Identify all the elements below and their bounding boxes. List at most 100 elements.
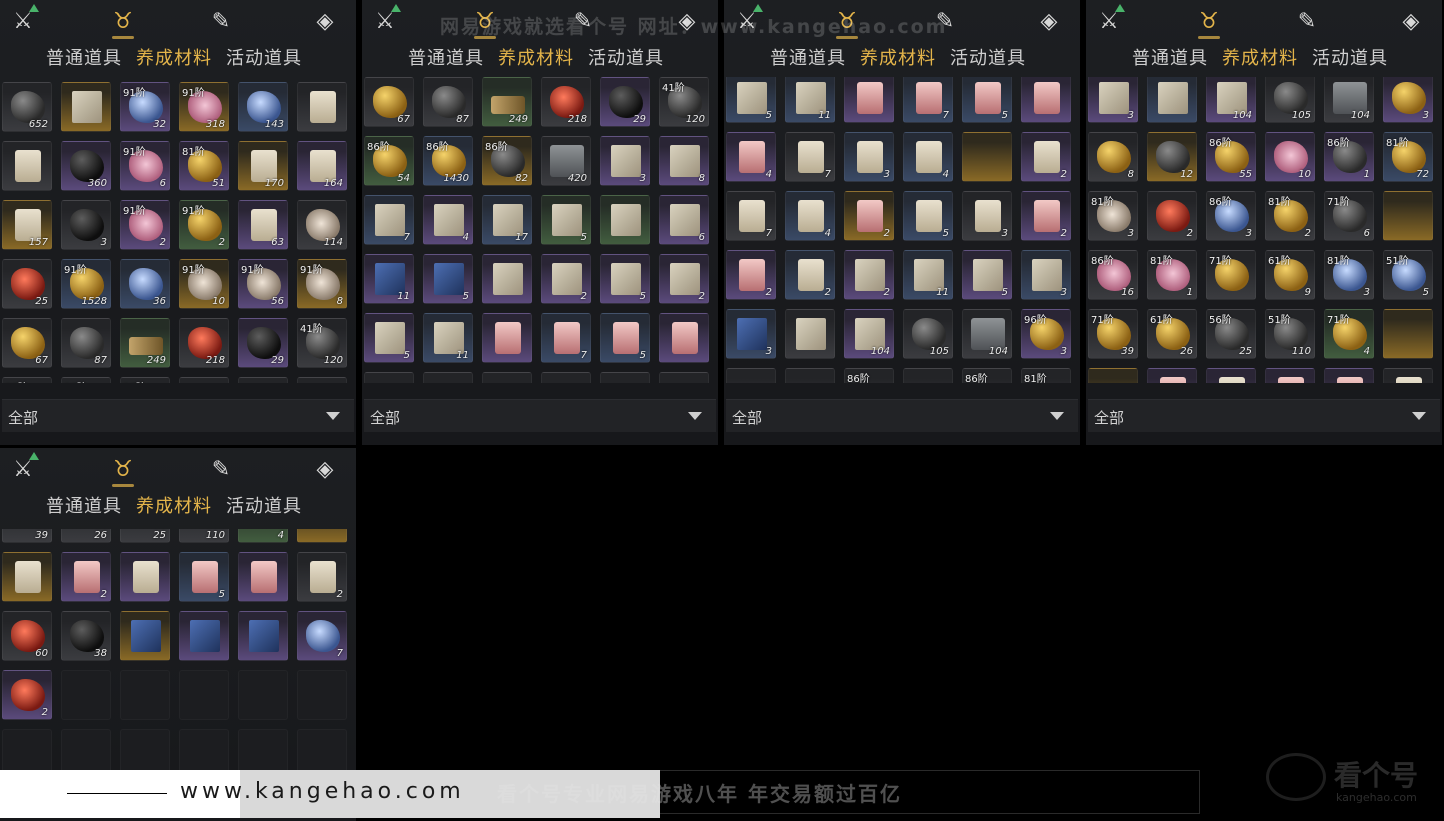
item-slot[interactable]: 5: [179, 552, 229, 602]
item-slot[interactable]: 87: [423, 77, 473, 127]
item-slot[interactable]: 105: [1265, 77, 1315, 123]
item-slot[interactable]: 71阶 6: [1324, 191, 1374, 241]
item-slot[interactable]: [179, 377, 229, 383]
tab-0[interactable]: 普通道具: [46, 44, 122, 70]
item-slot[interactable]: 91阶 32: [120, 82, 170, 132]
tab-1[interactable]: 养成材料: [860, 44, 936, 70]
tab-0[interactable]: 普通道具: [770, 44, 846, 70]
item-slot[interactable]: 3: [1088, 77, 1138, 123]
item-slot[interactable]: 2: [1021, 132, 1071, 182]
tab-2[interactable]: 活动道具: [950, 44, 1026, 70]
crossed-swords-icon[interactable]: ⚔: [1094, 4, 1125, 36]
item-slot[interactable]: 12: [1147, 132, 1197, 182]
item-slot[interactable]: [2, 141, 52, 191]
tab-0[interactable]: 普通道具: [408, 44, 484, 70]
item-slot[interactable]: 114: [297, 200, 347, 250]
item-slot[interactable]: 36: [120, 259, 170, 309]
tab-2[interactable]: 活动道具: [1312, 44, 1388, 70]
item-slot[interactable]: 2: [2, 670, 52, 720]
item-slot[interactable]: 41阶 120: [297, 318, 347, 368]
pouch-icon[interactable]: ♉: [108, 454, 138, 487]
item-slot[interactable]: 86阶: [962, 368, 1012, 383]
pouch-icon[interactable]: ♉: [470, 6, 500, 39]
item-slot[interactable]: 249: [120, 318, 170, 368]
crossed-swords-icon[interactable]: ⚔: [732, 4, 763, 36]
item-slot[interactable]: 2: [844, 191, 894, 241]
item-slot[interactable]: 7: [541, 313, 591, 363]
item-slot[interactable]: [962, 132, 1012, 182]
item-slot[interactable]: 91阶 56: [238, 259, 288, 309]
token-icon[interactable]: ◈: [310, 454, 340, 484]
item-slot[interactable]: 105: [903, 309, 953, 359]
pouch-icon[interactable]: ♉: [1194, 6, 1224, 39]
item-slot[interactable]: 11: [423, 313, 473, 363]
item-slot[interactable]: 96阶 3: [1021, 309, 1071, 359]
item-slot[interactable]: [1383, 191, 1433, 241]
item-slot[interactable]: [238, 552, 288, 602]
item-slot[interactable]: 3: [844, 132, 894, 182]
item-slot[interactable]: 8: [659, 136, 709, 186]
tab-1[interactable]: 养成材料: [498, 44, 574, 70]
item-slot[interactable]: 91阶 6: [120, 141, 170, 191]
item-slot[interactable]: [844, 77, 894, 123]
item-slot[interactable]: 61阶 26: [1147, 309, 1197, 359]
item-slot[interactable]: [238, 611, 288, 661]
item-slot[interactable]: [1206, 368, 1256, 383]
item-slot[interactable]: 4: [423, 195, 473, 245]
item-slot[interactable]: [297, 82, 347, 132]
item-slot[interactable]: [120, 611, 170, 661]
item-slot[interactable]: 39: [2, 529, 52, 543]
item-slot[interactable]: 3: [61, 200, 111, 250]
item-slot[interactable]: [2, 552, 52, 602]
item-slot[interactable]: 63: [238, 200, 288, 250]
item-slot[interactable]: [541, 372, 591, 383]
item-slot[interactable]: 5: [962, 77, 1012, 123]
item-slot[interactable]: 164: [297, 141, 347, 191]
item-slot[interactable]: 29: [238, 318, 288, 368]
item-slot[interactable]: 67: [364, 77, 414, 127]
item-slot[interactable]: 91阶 2: [120, 200, 170, 250]
item-slot[interactable]: 86阶: [120, 377, 170, 383]
item-slot[interactable]: [482, 313, 532, 363]
scroll-icon[interactable]: ✎: [1292, 6, 1322, 36]
item-slot[interactable]: [659, 372, 709, 383]
item-slot[interactable]: 56阶 25: [1206, 309, 1256, 359]
item-slot[interactable]: 91阶 318: [179, 82, 229, 132]
item-slot[interactable]: [179, 611, 229, 661]
tab-1[interactable]: 养成材料: [1222, 44, 1298, 70]
item-slot[interactable]: 3: [1021, 250, 1071, 300]
item-slot[interactable]: 2: [785, 250, 835, 300]
item-slot[interactable]: 7: [903, 77, 953, 123]
item-slot[interactable]: 3: [962, 191, 1012, 241]
item-slot[interactable]: [1021, 77, 1071, 123]
item-slot[interactable]: 6: [659, 195, 709, 245]
item-slot[interactable]: 4: [726, 132, 776, 182]
item-slot[interactable]: [297, 377, 347, 383]
tab-0[interactable]: 普通道具: [1132, 44, 1208, 70]
item-slot[interactable]: 5: [364, 313, 414, 363]
item-slot[interactable]: [600, 372, 650, 383]
item-slot[interactable]: 3: [1383, 77, 1433, 123]
item-slot[interactable]: 60: [2, 611, 52, 661]
item-slot[interactable]: 11: [364, 254, 414, 304]
item-slot[interactable]: 7: [726, 191, 776, 241]
item-slot[interactable]: 104: [1206, 77, 1256, 123]
item-slot[interactable]: 81阶 2: [1265, 191, 1315, 241]
item-slot[interactable]: [903, 368, 953, 383]
item-slot[interactable]: [659, 313, 709, 363]
item-slot[interactable]: 652: [2, 82, 52, 132]
item-slot[interactable]: 5: [726, 77, 776, 123]
item-slot[interactable]: 7: [785, 132, 835, 182]
item-slot[interactable]: 420: [541, 136, 591, 186]
item-slot[interactable]: [364, 372, 414, 383]
item-slot[interactable]: [726, 368, 776, 383]
item-slot[interactable]: 86阶: [844, 368, 894, 383]
item-slot[interactable]: 5: [541, 195, 591, 245]
item-slot[interactable]: 87: [61, 318, 111, 368]
item-slot[interactable]: [238, 670, 288, 720]
item-slot[interactable]: [1383, 309, 1433, 359]
item-slot[interactable]: 51阶 5: [1383, 250, 1433, 300]
item-slot[interactable]: 5: [600, 313, 650, 363]
item-slot[interactable]: 86阶 1430: [423, 136, 473, 186]
item-slot[interactable]: [297, 670, 347, 720]
